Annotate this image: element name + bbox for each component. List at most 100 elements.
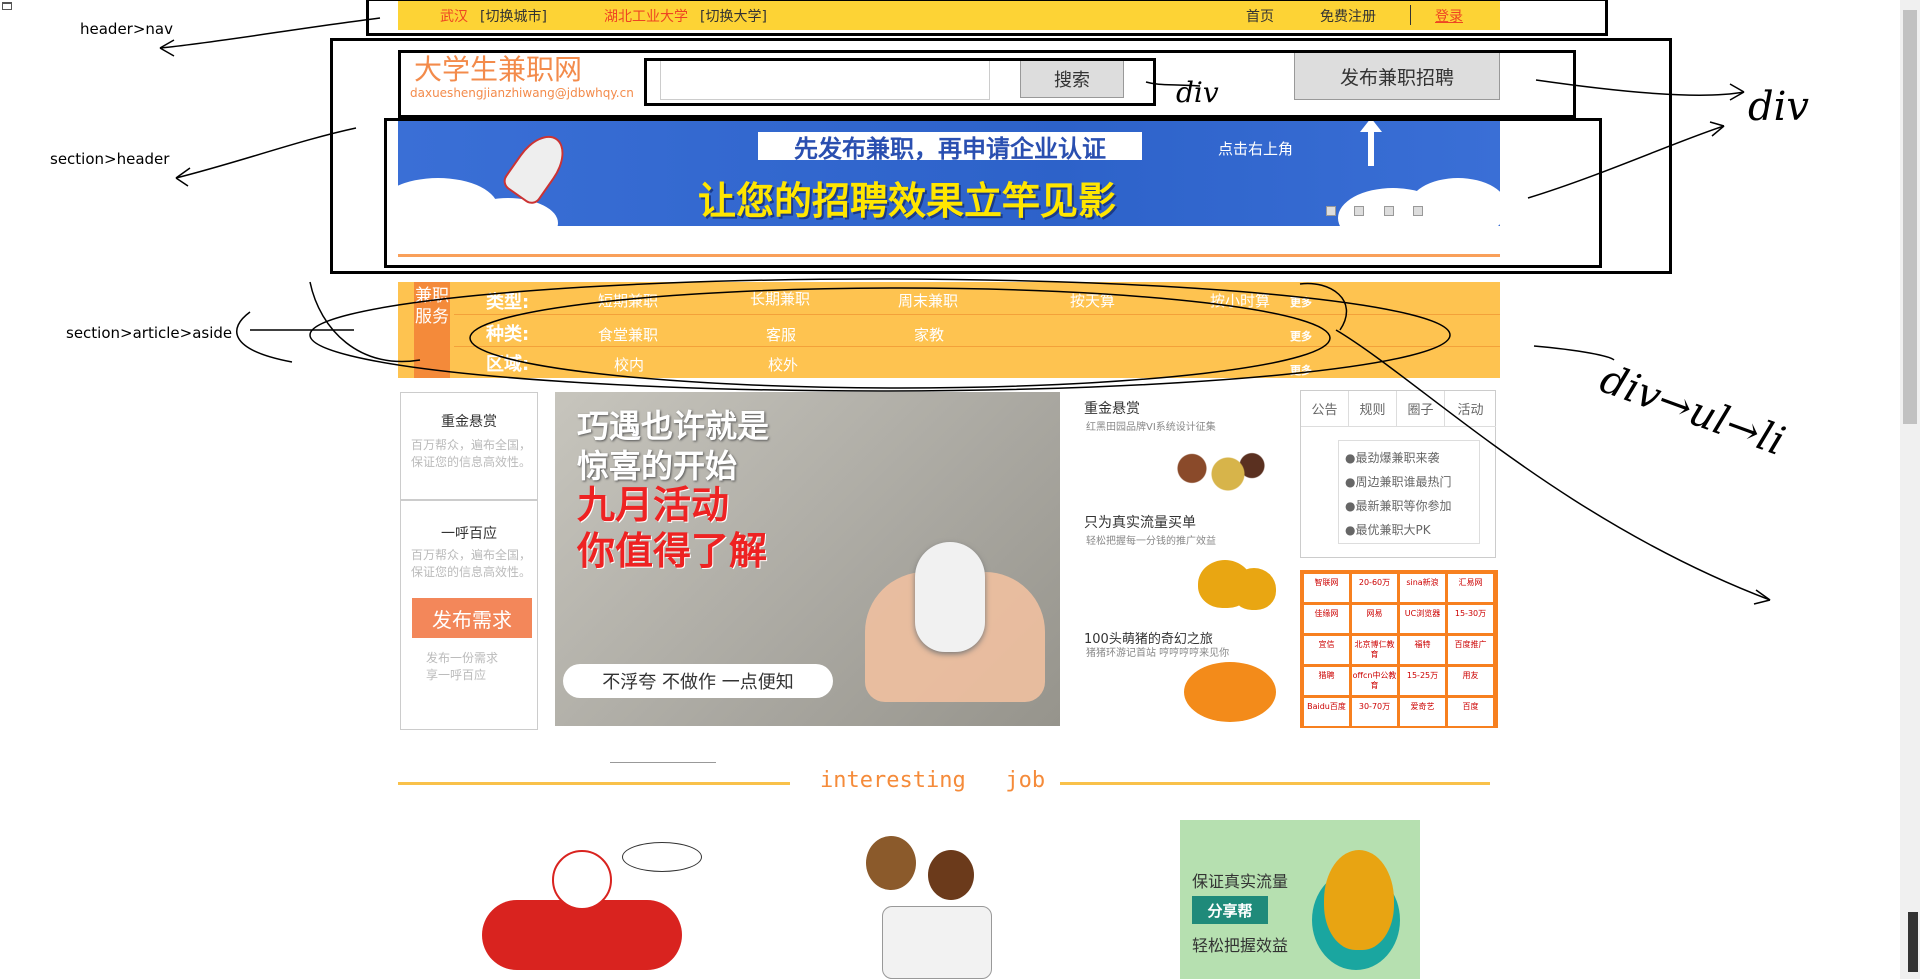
- ad-cell[interactable]: 福特: [1400, 636, 1445, 664]
- annotation-label: div: [1748, 84, 1809, 130]
- ad-cell[interactable]: Baidu百度: [1304, 698, 1349, 726]
- category-row-label: 区域:: [486, 354, 530, 375]
- reward-title: 重金悬赏: [441, 414, 497, 430]
- row-divider: [454, 346, 1500, 347]
- promo-line: 惊喜的开始: [577, 447, 738, 485]
- person-body: [882, 906, 992, 979]
- rider-head: [552, 850, 612, 910]
- category-item[interactable]: 家教: [914, 324, 944, 345]
- ad-cell[interactable]: 汇易网: [1448, 574, 1493, 602]
- ad-cell[interactable]: 北京博仁教育: [1352, 636, 1397, 664]
- traffic-promo-image[interactable]: 保证真实流量 分享帮 轻松把握效益: [1180, 820, 1420, 979]
- scrollbar-grip[interactable]: [1908, 912, 1918, 972]
- category-item[interactable]: 按小时算: [1210, 290, 1270, 311]
- category-item[interactable]: 校外: [768, 354, 798, 375]
- feature-title[interactable]: 只为真实流量买单: [1084, 512, 1196, 532]
- annotation-arrow: [159, 39, 175, 57]
- promo-line: 巧遇也许就是: [577, 407, 770, 445]
- delivery-cartoon-image[interactable]: [442, 820, 714, 979]
- annotation-label: div: [1176, 76, 1219, 109]
- reward-desc: 百万帮众，遍布全国，保证您的信息高效性。: [411, 438, 532, 469]
- section-rule-left: [398, 782, 790, 785]
- ad-cell[interactable]: 用友: [1448, 667, 1493, 695]
- more-link[interactable]: 更多: [1290, 362, 1312, 378]
- scooter-shape: [482, 900, 682, 970]
- category-item[interactable]: 食堂兼职: [598, 324, 658, 345]
- feature-sub: 红黑田园品牌VI系统设计征集: [1086, 422, 1216, 433]
- ad-cell[interactable]: sina新浪: [1400, 574, 1445, 602]
- sponsor-ads-grid: 智联网 20-60万 sina新浪 汇易网佳缘网 网易 UC浏览器 15-30万宜信 北京博仁…: [1300, 570, 1498, 728]
- ad-cell[interactable]: UC浏览器: [1400, 605, 1445, 633]
- promo-highlight: 九月活动: [577, 483, 730, 527]
- notice-item[interactable]: ●周边兼职谁最热门: [1345, 473, 1451, 490]
- annotation-label: header>nav: [80, 20, 173, 38]
- feature-sub: 猪猪环游记首站 哼哼哼哼来见你: [1086, 648, 1230, 659]
- annotation-arrow: [236, 311, 293, 363]
- person-head: [928, 850, 974, 900]
- ad-cell[interactable]: 20-60万: [1352, 574, 1397, 602]
- promo-text: 保证真实流量: [1192, 872, 1289, 891]
- annotation-arrow: [1533, 345, 1615, 361]
- tab-rules[interactable]: 规则: [1349, 391, 1397, 427]
- annotation-box-nav: [366, 0, 1608, 36]
- ad-cell[interactable]: 智联网: [1304, 574, 1349, 602]
- annotation-arrow: [175, 127, 357, 179]
- category-row-label: 类型:: [486, 292, 530, 313]
- divider: [610, 762, 716, 763]
- more-link[interactable]: 更多: [1290, 294, 1312, 310]
- mouse-image: [915, 542, 985, 652]
- ad-cell[interactable]: 爱奇艺: [1400, 698, 1445, 726]
- promo-caption: 不浮夸 不做作 一点便知: [563, 664, 833, 698]
- ad-cell[interactable]: 宜信: [1304, 636, 1349, 664]
- ad-cell[interactable]: 网易: [1352, 605, 1397, 633]
- ad-cell[interactable]: 百度推广: [1448, 636, 1493, 664]
- category-item[interactable]: 客服: [766, 324, 796, 345]
- page: 武汉 [切换城市] 湖北工业大学 [切换大学] 首页 免费注册 登录 大学生兼职…: [0, 0, 1920, 979]
- promo-image[interactable]: 巧遇也许就是 惊喜的开始 九月活动 你值得了解 不浮夸 不做作 一点便知: [555, 392, 1060, 726]
- annotation-arrow: [1709, 121, 1725, 137]
- ad-cell[interactable]: 15-30万: [1448, 605, 1493, 633]
- request-desc: 发布一份需求 享一呼百应: [426, 651, 499, 682]
- ad-cell[interactable]: 猎聘: [1304, 667, 1349, 695]
- response-desc: 百万帮众，遍布全国，保证您的信息高效性。: [411, 548, 532, 579]
- category-side-label: 兼职服务: [414, 282, 450, 378]
- section-rule-right: [1060, 782, 1490, 785]
- notice-item[interactable]: ●最新兼职等你参加: [1345, 497, 1451, 514]
- ad-cell[interactable]: 15-25万: [1400, 667, 1445, 695]
- speech-bubble-icon: [622, 842, 702, 872]
- window-icon: [2, 2, 12, 10]
- ad-cell[interactable]: 百度: [1448, 698, 1493, 726]
- annotation-label: section>header: [50, 150, 170, 168]
- tab-circle[interactable]: 圈子: [1397, 391, 1445, 427]
- category-item[interactable]: 短期兼职: [598, 290, 658, 311]
- ad-cell[interactable]: offcn中公教育: [1352, 667, 1397, 695]
- category-item[interactable]: 周末兼职: [898, 290, 958, 311]
- promo-text: 轻松把握效益: [1192, 936, 1289, 955]
- tab-activity[interactable]: 活动: [1445, 391, 1496, 427]
- publish-request-button[interactable]: 发布需求: [412, 598, 532, 638]
- people-cartoon-image[interactable]: [852, 826, 1012, 979]
- ad-cell[interactable]: 30-70万: [1352, 698, 1397, 726]
- annotation-box-banner: [384, 118, 1602, 268]
- scrollbar-thumb[interactable]: [1903, 10, 1917, 424]
- money-bag-icon: [1324, 850, 1394, 950]
- annotation-box-search: [644, 58, 1156, 106]
- promo-highlight: 你值得了解: [577, 529, 768, 573]
- category-item[interactable]: 按天算: [1070, 290, 1115, 311]
- tab-notice[interactable]: 公告: [1301, 391, 1349, 427]
- category-item[interactable]: 校内: [614, 354, 644, 375]
- share-button[interactable]: 分享帮: [1192, 896, 1268, 924]
- reward-box[interactable]: 重金悬赏 百万帮众，遍布全国，保证您的信息高效性。: [400, 392, 538, 500]
- notice-item[interactable]: ●最劲爆兼职来袭: [1345, 449, 1439, 466]
- notice-list: ●最劲爆兼职来袭 ●周边兼职谁最热门 ●最新兼职等你参加 ●最优兼职大PK: [1338, 440, 1480, 544]
- category-item[interactable]: 长期兼职: [750, 288, 810, 309]
- feature-sub: 轻松把握每一分钱的推广效益: [1086, 536, 1216, 547]
- row-divider: [454, 314, 1500, 315]
- category-panel: 兼职服务 类型: 短期兼职 长期兼职 周末兼职 按天算 按小时算 更多 种类: …: [398, 282, 1500, 378]
- pig-icon: [1184, 662, 1276, 722]
- feature-column: 重金悬赏 红黑田园品牌VI系统设计征集 只为真实流量买单 轻松把握每一分钱的推广…: [1066, 392, 1292, 726]
- ad-cell[interactable]: 佳缘网: [1304, 605, 1349, 633]
- more-link[interactable]: 更多: [1290, 328, 1312, 344]
- feature-title[interactable]: 重金悬赏: [1084, 398, 1140, 418]
- notice-item[interactable]: ●最优兼职大PK: [1345, 521, 1431, 538]
